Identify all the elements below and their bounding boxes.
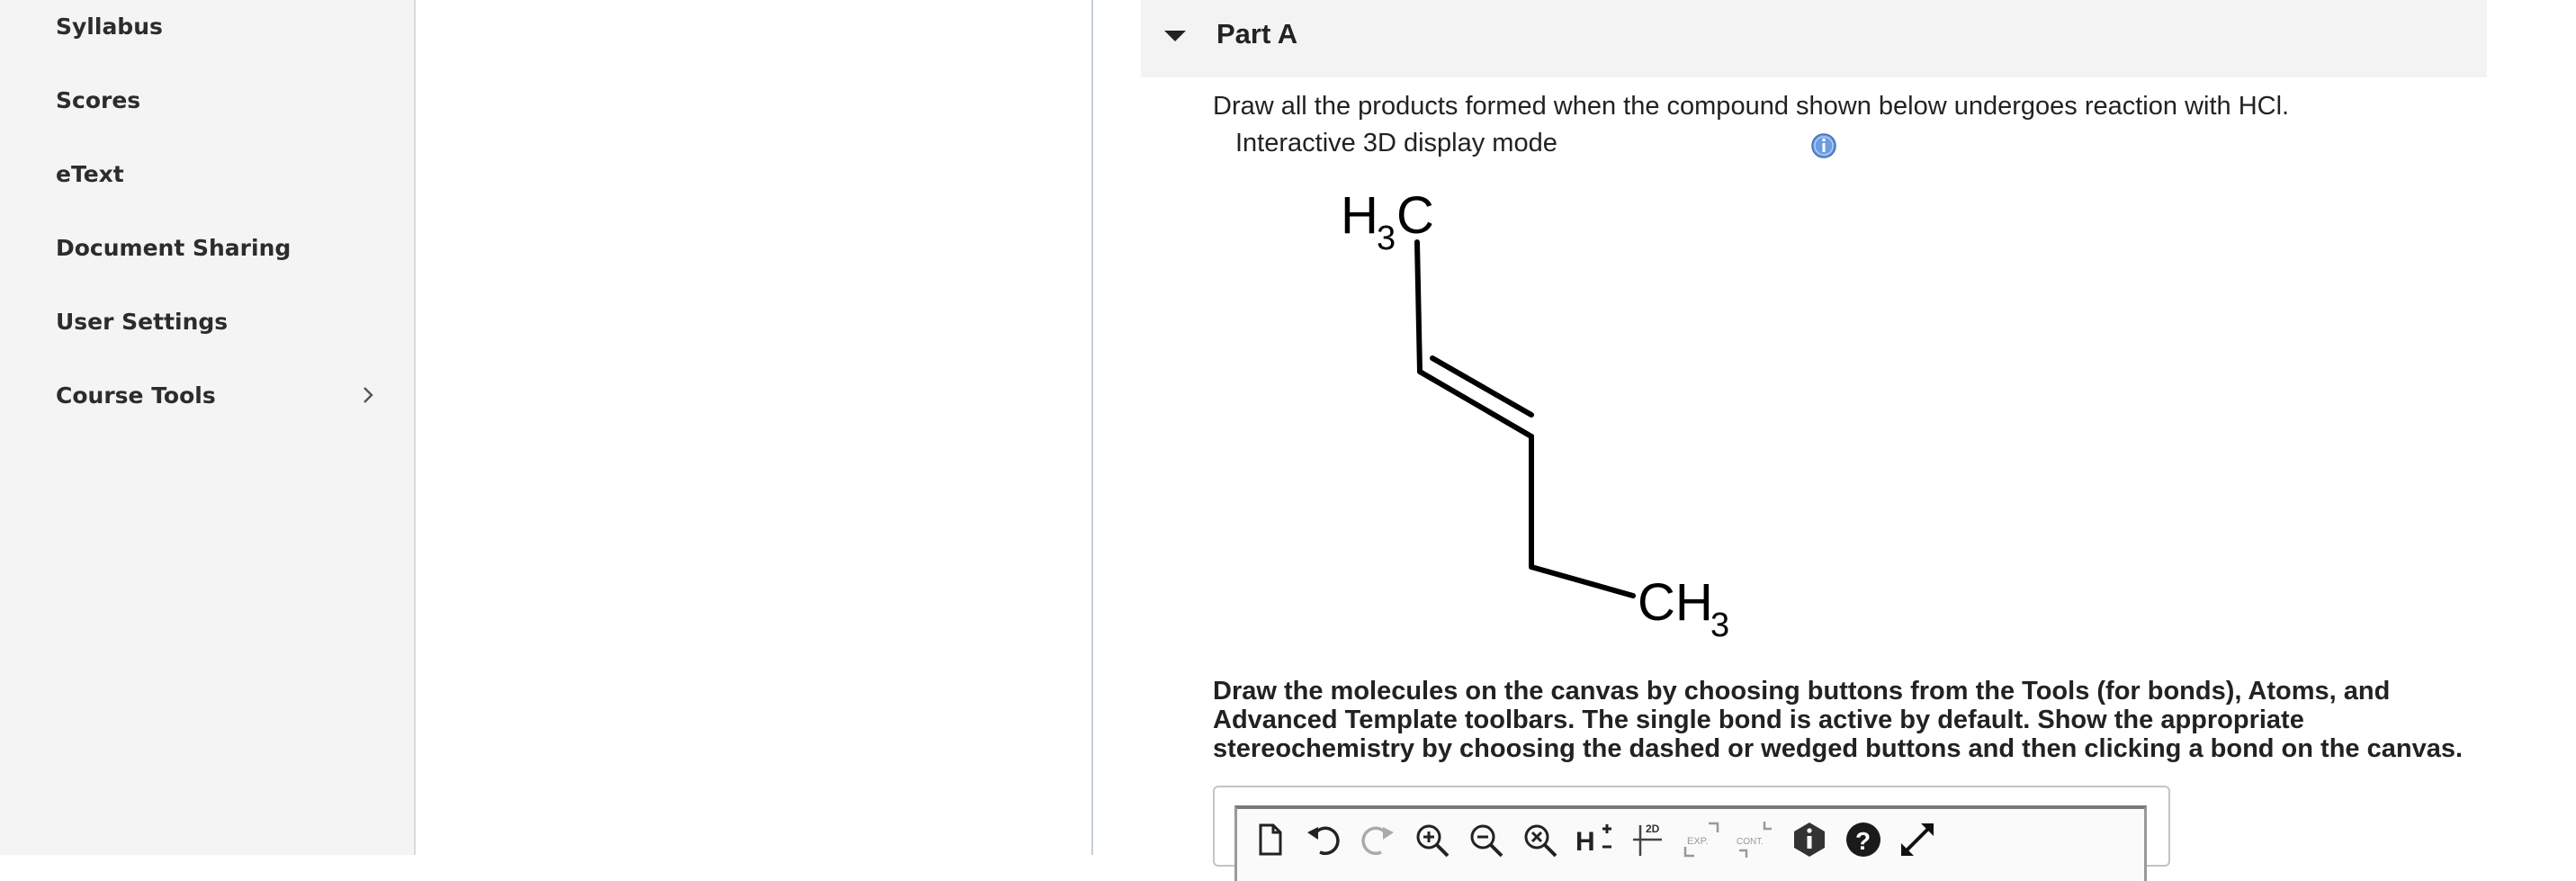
zoom-reset-icon[interactable] <box>1520 820 1559 859</box>
sidebar-item-label: eText <box>56 160 124 187</box>
chevron-right-icon <box>364 387 373 403</box>
new-document-icon[interactable] <box>1250 820 1289 859</box>
about-icon[interactable] <box>1790 820 1829 859</box>
sidebar-item-label: Course Tools <box>56 382 216 409</box>
sketcher-toolbar: H 2D EXP. CONT. ? <box>1234 805 2147 881</box>
redo-icon[interactable] <box>1358 820 1397 859</box>
explicit-hydrogens-icon[interactable]: H <box>1574 820 1613 859</box>
atom-h: H <box>1341 186 1378 245</box>
help-icon[interactable]: ? <box>1844 820 1883 859</box>
expand-label: EXP. <box>1687 836 1709 847</box>
molecule-structure: H 3 C CH 3 <box>1341 186 1729 643</box>
display-mode-link[interactable]: Interactive 3D display mode <box>1235 129 1557 158</box>
drawing-instructions: Draw the molecules on the canvas by choo… <box>1213 677 2464 763</box>
sidebar-item-label: Document Sharing <box>56 234 292 261</box>
svg-text:H: H <box>1575 827 1595 857</box>
part-title: Part A <box>1216 18 1298 49</box>
molecule-label-h3c: H 3 C <box>1341 186 1434 257</box>
blank-panel <box>416 0 1092 855</box>
caret-down-icon[interactable] <box>1162 27 1188 45</box>
sidebar-item-label: Scores <box>56 86 141 113</box>
contract-label: CONT. <box>1737 837 1764 847</box>
sidebar-item-document-sharing[interactable]: Document Sharing <box>56 225 398 270</box>
svg-text:?: ? <box>1855 827 1871 855</box>
sidebar-item-label: User Settings <box>56 308 229 335</box>
question-prompt: Draw all the products formed when the co… <box>1213 92 2290 121</box>
sidebar-item-syllabus[interactable]: Syllabus <box>56 4 398 49</box>
panel-divider <box>1091 0 1093 855</box>
undo-icon[interactable] <box>1304 820 1343 859</box>
sidebar-item-course-tools[interactable]: Course Tools <box>56 373 398 418</box>
clean-2d-icon[interactable]: 2D <box>1628 820 1667 859</box>
fullscreen-icon[interactable] <box>1898 820 1937 859</box>
zoom-in-icon[interactable] <box>1412 820 1451 859</box>
atom-ch: CH <box>1638 573 1713 632</box>
bonds <box>1414 239 1636 598</box>
info-icon[interactable] <box>1810 132 1837 159</box>
sidebar-item-label: Syllabus <box>56 13 163 40</box>
atom-c: C <box>1396 186 1434 245</box>
zoom-out-icon[interactable] <box>1466 820 1505 859</box>
course-sidebar: Syllabus Scores eText Document Sharing U… <box>0 0 416 855</box>
sidebar-item-user-settings[interactable]: User Settings <box>56 299 398 344</box>
atom-subscript: 3 <box>1377 220 1396 257</box>
part-a-header[interactable]: Part A <box>1141 0 2487 77</box>
sidebar-item-scores[interactable]: Scores <box>56 77 398 122</box>
sidebar-item-etext[interactable]: eText <box>56 151 398 196</box>
clean-2d-label: 2D <box>1646 823 1660 835</box>
expand-icon[interactable]: EXP. <box>1682 820 1721 859</box>
atom-subscript: 3 <box>1710 607 1729 643</box>
molecule-label-ch3: CH 3 <box>1638 573 1729 643</box>
contract-icon[interactable]: CONT. <box>1736 820 1775 859</box>
